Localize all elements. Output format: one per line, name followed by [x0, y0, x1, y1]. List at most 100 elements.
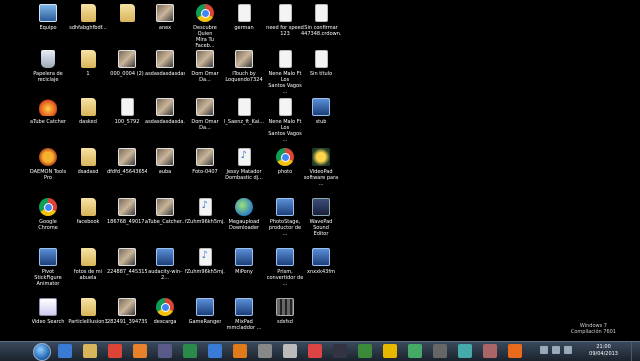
taskbar-ie-icon[interactable] — [58, 344, 72, 358]
desktop-shortcut[interactable]: anex — [146, 2, 184, 31]
taskbar-video-search-icon[interactable] — [258, 344, 272, 358]
desktop-shortcut-label: anex — [158, 25, 172, 31]
start-button[interactable] — [33, 343, 51, 361]
desktop-shortcut[interactable]: facebook — [69, 196, 107, 225]
desktop-shortcut[interactable]: PhotoStage, productor de ... — [266, 196, 304, 237]
photo-icon — [196, 148, 214, 166]
desktop-shortcut[interactable]: 282491_39473S... — [107, 296, 147, 325]
desktop-shortcut[interactable]: asdasdasdasdas — [145, 48, 185, 77]
desktop-shortcut[interactable]: 224887_445315... — [107, 246, 147, 275]
taskbar-photo-viewer-icon[interactable] — [183, 344, 197, 358]
desktop-shortcut-label: dsadasd — [77, 169, 99, 175]
desktop-shortcut[interactable]: dfdfd_456436546... — [107, 146, 147, 175]
desktop-shortcut[interactable]: dasked — [69, 96, 107, 125]
desktop-shortcut[interactable]: WavePad Sound Editor — [302, 196, 340, 237]
desktop-shortcut[interactable]: Nene Malo Ft Los Santos Vagos ... — [266, 96, 304, 143]
desktop-shortcut[interactable]: DAEMON Tools Pro — [29, 146, 67, 181]
desktop-shortcut[interactable]: Dom Omar Da... — [186, 48, 224, 83]
desktop-shortcut[interactable]: GameRanger — [186, 296, 224, 325]
desktop-shortcut[interactable]: Sin título — [302, 48, 340, 77]
tray-volume-icon[interactable] — [552, 346, 560, 354]
desktop-shortcut[interactable]: Video Search — [29, 296, 67, 325]
desktop-shortcut-label: fZuhm96kh5mj... — [185, 269, 225, 275]
taskbar-audacity-icon[interactable] — [233, 344, 247, 358]
desktop-shortcut[interactable]: MiPony — [225, 246, 263, 275]
desktop-shortcut[interactable]: Sin confirmar 447348.crdown... — [301, 2, 341, 37]
desktop-shortcut[interactable]: descarga — [146, 296, 184, 325]
desktop-shortcut[interactable]: Foto-0407 — [186, 146, 224, 175]
desktop-shortcut[interactable]: Equipo — [29, 2, 67, 31]
desktop-shortcut[interactable]: iTouch by Loquendo7324 — [225, 48, 263, 83]
desktop-shortcut[interactable]: l_Saenz_ft_Kai... — [224, 96, 264, 125]
system-tray: 21:00 09/04/2013 — [530, 342, 640, 361]
desktop-shortcut[interactable]: asdasdasdasda... — [145, 96, 185, 125]
watermark-line2: Compilación 7601 — [570, 329, 616, 335]
desktop-shortcut[interactable]: german — [225, 2, 263, 31]
clock-time: 21:00 — [596, 344, 611, 350]
taskbar-chrome-icon[interactable] — [108, 344, 122, 358]
atube-catcher-icon — [39, 98, 57, 116]
desktop-shortcut[interactable]: Prism, convertidor de ... — [266, 246, 304, 287]
tray-network-icon[interactable] — [540, 346, 548, 354]
taskbar: 21:00 09/04/2013 — [0, 341, 640, 361]
desktop-shortcut[interactable]: 1 — [69, 48, 107, 77]
desktop-shortcut[interactable]: fZuhm96kh5mj... — [185, 246, 225, 275]
taskbar-gallery-icon[interactable] — [208, 344, 222, 358]
desktop-shortcut[interactable]: need for speed 123 — [266, 2, 304, 37]
desktop-shortcut[interactable]: VideoPad software para ... — [302, 146, 340, 187]
desktop-shortcut[interactable]: Papelera de reciclaje — [29, 48, 67, 83]
taskbar-paint-icon[interactable] — [308, 344, 322, 358]
show-desktop-button[interactable] — [631, 342, 640, 361]
desktop-shortcut[interactable]: xnxxk43fm — [302, 246, 340, 275]
desktop-shortcut[interactable]: Pivot StickFigure Animator — [29, 246, 67, 287]
desktop-shortcut[interactable]: photo — [266, 146, 304, 175]
video-search-icon — [39, 298, 57, 316]
desktop-shortcut[interactable]: aTube_Catcher... — [145, 196, 185, 225]
desktop-shortcut[interactable]: MixPad mmcladdor ... — [225, 296, 263, 331]
desktop-shortcut-label: stub — [315, 119, 327, 125]
clock[interactable]: 21:00 09/04/2013 — [589, 344, 618, 358]
taskbar-frog-icon[interactable] — [358, 344, 372, 358]
desktop-shortcut[interactable]: 000_0004 (2) — [108, 48, 146, 77]
desktop-shortcut-label: auba — [158, 169, 172, 175]
desktop-shortcut[interactable]: stub — [302, 96, 340, 125]
desktop-shortcut[interactable]: Jessy Matador Dombastic dj... — [225, 146, 263, 181]
desktop-shortcut[interactable]: sdhfabghfbdf... — [69, 2, 107, 31]
clock-date: 09/04/2013 — [589, 351, 618, 357]
taskbar-mixpad-icon[interactable] — [408, 344, 422, 358]
desktop-shortcut-label: 282491_39473S... — [107, 319, 147, 325]
desktop-shortcut[interactable]: ParticleIllusion3 — [68, 296, 108, 325]
taskbar-firefox-icon[interactable] — [508, 344, 522, 358]
wavepad-icon — [312, 198, 330, 216]
desktop-shortcut[interactable]: dsadasd — [69, 146, 107, 175]
taskbar-equalizer-icon[interactable] — [458, 344, 472, 358]
desktop-shortcut[interactable]: sdsfsd — [266, 296, 304, 325]
taskbar-media-player-icon[interactable] — [133, 344, 147, 358]
desktop-shortcut[interactable]: 186768_49017... — [107, 196, 147, 225]
photo-icon — [196, 50, 214, 68]
desktop-shortcut[interactable] — [108, 2, 146, 25]
taskbar-video-icon[interactable] — [158, 344, 172, 358]
desktop-shortcut[interactable]: Google Chrome — [29, 196, 67, 231]
desktop-shortcut[interactable]: aTube Catcher — [29, 96, 67, 125]
desktop-shortcut[interactable]: fotos de mi abuela — [69, 246, 107, 281]
taskbar-star-icon[interactable] — [383, 344, 397, 358]
desktop-shortcut[interactable]: Dom Omar Da... — [186, 96, 224, 131]
taskbar-explorer-icon[interactable] — [83, 344, 97, 358]
taskbar-grid-icon[interactable] — [433, 344, 447, 358]
desktop-shortcut[interactable]: 100_5792 — [108, 96, 146, 125]
desktop-shortcut[interactable]: Descubre Quien Mira Tu Faceb... — [186, 2, 224, 49]
computer-icon — [39, 4, 57, 22]
desktop-shortcut[interactable]: audacity-win-2... — [146, 246, 184, 281]
desktop-shortcut[interactable]: Nene Malo Ft Los Santos Vagos ... — [266, 48, 304, 95]
tray-battery-icon[interactable] — [564, 346, 572, 354]
desktop: Equipo sdhfabghfbdf... anex Descubre Quien … — [0, 0, 640, 341]
taskbar-gimp-icon[interactable] — [483, 344, 497, 358]
desktop-shortcut[interactable]: Megaupload Downloader — [225, 196, 263, 231]
taskbar-wavepad-icon[interactable] — [333, 344, 347, 358]
desktop-shortcut-label: Megaupload Downloader — [228, 219, 260, 231]
photo-icon — [235, 50, 253, 68]
taskbar-keys-icon[interactable] — [283, 344, 297, 358]
desktop-shortcut[interactable]: fZuhm96kh5mj... — [185, 196, 225, 225]
desktop-shortcut[interactable]: auba — [146, 146, 184, 175]
